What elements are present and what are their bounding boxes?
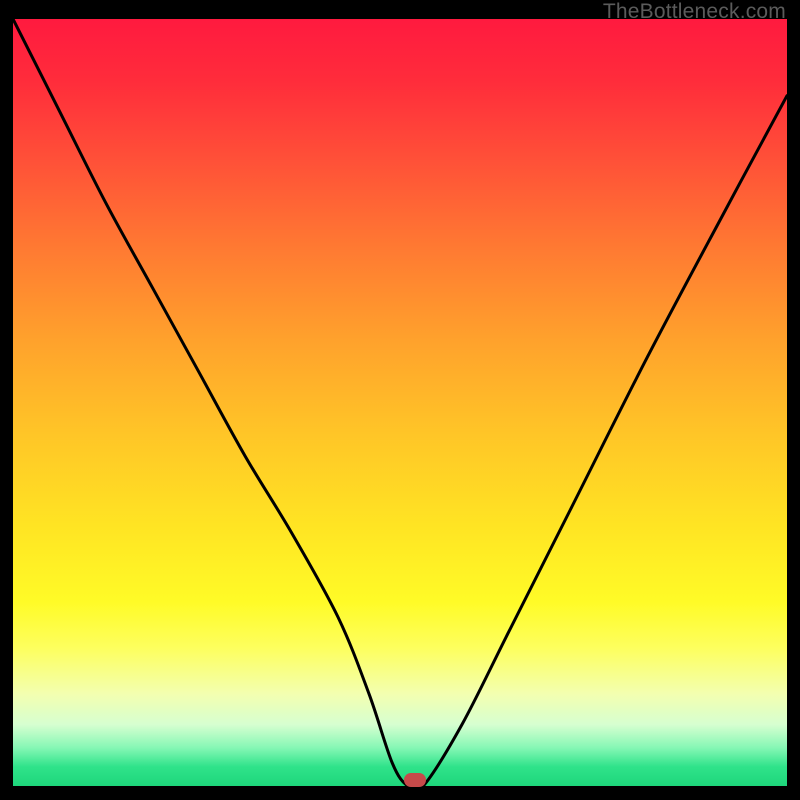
bottleneck-curve <box>13 19 787 786</box>
optimal-point-marker <box>404 773 426 787</box>
chart-frame <box>13 19 787 786</box>
